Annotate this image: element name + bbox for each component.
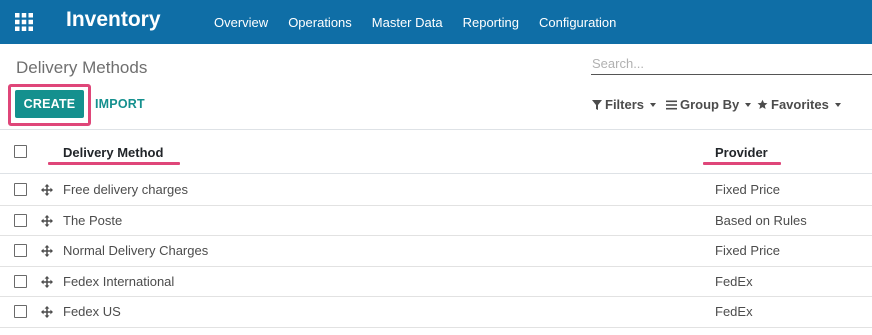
main-menu: Overview Operations Master Data Reportin… — [214, 0, 636, 44]
caret-down-icon — [650, 102, 657, 107]
create-button[interactable]: CREATE — [15, 90, 84, 118]
column-header-delivery-method[interactable]: Delivery Method — [63, 145, 163, 160]
drag-handle-icon[interactable] — [41, 275, 53, 288]
import-button[interactable]: IMPORT — [95, 97, 145, 111]
row-checkbox[interactable] — [14, 274, 27, 288]
drag-handle-icon[interactable] — [41, 183, 53, 196]
table-row[interactable]: Free delivery charges Fixed Price — [0, 175, 872, 206]
menu-master-data[interactable]: Master Data — [372, 15, 443, 30]
filter-icon — [592, 99, 602, 110]
delivery-method-cell: Fedex US — [63, 304, 121, 319]
table-row[interactable]: Fedex US FedEx — [0, 297, 872, 328]
table-row[interactable]: The Poste Based on Rules — [0, 206, 872, 236]
select-all-checkbox[interactable] — [14, 145, 27, 158]
caret-down-icon — [745, 102, 752, 107]
table-header-row: Delivery Method Provider — [0, 130, 872, 174]
delivery-method-cell: Fedex International — [63, 273, 175, 289]
app-title[interactable]: Inventory — [66, 8, 161, 32]
drag-handle-icon[interactable] — [41, 214, 53, 227]
row-checkbox[interactable] — [14, 183, 27, 196]
table-row[interactable]: Normal Delivery Charges Fixed Price — [0, 236, 872, 267]
provider-cell: Based on Rules — [715, 212, 807, 228]
provider-cell: FedEx — [715, 304, 753, 319]
star-icon — [757, 99, 768, 109]
highlight-underline-provider — [703, 162, 781, 165]
top-navbar: Inventory Overview Operations Master Dat… — [0, 0, 872, 44]
menu-configuration[interactable]: Configuration — [539, 15, 616, 30]
row-checkbox[interactable] — [14, 244, 27, 257]
menu-operations[interactable]: Operations — [288, 15, 352, 30]
filters-label: Filters — [605, 97, 645, 112]
table-row[interactable]: Fedex International FedEx — [0, 267, 872, 297]
column-header-provider[interactable]: Provider — [715, 145, 768, 160]
breadcrumb: Delivery Methods — [16, 58, 148, 77]
bars-icon — [666, 100, 677, 109]
filters-dropdown[interactable]: Filters — [592, 97, 657, 112]
row-checkbox[interactable] — [14, 213, 27, 227]
favorites-dropdown[interactable]: Favorites — [757, 97, 841, 112]
provider-cell: Fixed Price — [715, 182, 781, 197]
favorites-label: Favorites — [771, 97, 829, 112]
highlight-underline-delivery-method — [48, 162, 180, 165]
delivery-method-cell: Free delivery charges — [63, 182, 188, 197]
drag-handle-icon[interactable] — [41, 244, 53, 257]
row-checkbox[interactable] — [14, 305, 27, 318]
menu-reporting[interactable]: Reporting — [463, 15, 519, 30]
apps-grid-icon[interactable] — [15, 13, 33, 31]
drag-handle-icon[interactable] — [41, 305, 53, 318]
provider-cell: FedEx — [715, 273, 753, 289]
delivery-method-cell: Normal Delivery Charges — [63, 243, 209, 258]
group-by-label: Group By — [680, 97, 740, 112]
search-input[interactable] — [591, 53, 872, 75]
group-by-dropdown[interactable]: Group By — [666, 97, 752, 112]
caret-down-icon — [834, 102, 841, 107]
menu-overview[interactable]: Overview — [214, 15, 268, 30]
delivery-method-cell: The Poste — [63, 212, 123, 228]
provider-cell: Fixed Price — [715, 243, 781, 258]
